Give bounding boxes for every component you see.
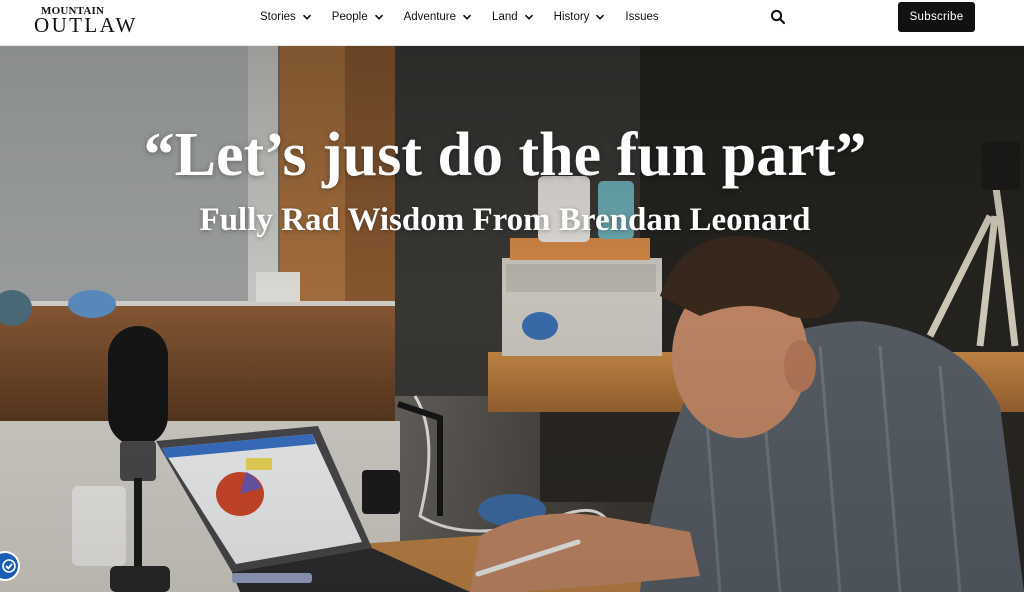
nav-item-label: Stories (260, 11, 296, 23)
nav-item-issues[interactable]: Issues (625, 11, 658, 23)
nav-item-people[interactable]: People (332, 11, 385, 23)
chevron-down-icon (523, 11, 535, 23)
chevron-down-icon (301, 11, 313, 23)
nav-item-stories[interactable]: Stories (260, 11, 313, 23)
nav-item-adventure[interactable]: Adventure (404, 11, 473, 23)
nav-item-history[interactable]: History (554, 11, 607, 23)
subscribe-button[interactable]: Subscribe (898, 2, 975, 32)
logo-bottom-text: OUTLAW (34, 13, 138, 37)
site-logo[interactable]: MOUNTAIN OUTLAW (34, 5, 150, 37)
accessibility-icon[interactable] (0, 551, 20, 581)
nav-item-label: Adventure (403, 11, 457, 23)
nav-item-label: Issues (625, 11, 659, 23)
nav-item-label: People (331, 11, 368, 23)
chevron-down-icon (373, 11, 385, 23)
hero-title: “Let’s just do the fun part” (143, 121, 867, 189)
nav-item-label: History (553, 11, 590, 23)
hero-subtitle: Fully Rad Wisdom From Brendan Leonard (199, 202, 811, 238)
nav-item-land[interactable]: Land (492, 11, 535, 23)
site-header: MOUNTAIN OUTLAW Stories People Adventure… (0, 0, 1024, 46)
search-icon[interactable] (770, 9, 786, 25)
nav-item-label: Land (492, 11, 518, 23)
hero-section: “Let’s just do the fun part” Fully Rad W… (0, 46, 1024, 592)
main-nav: Stories People Adventure Land History Is… (260, 0, 678, 34)
chevron-down-icon (461, 11, 473, 23)
chevron-down-icon (594, 11, 606, 23)
